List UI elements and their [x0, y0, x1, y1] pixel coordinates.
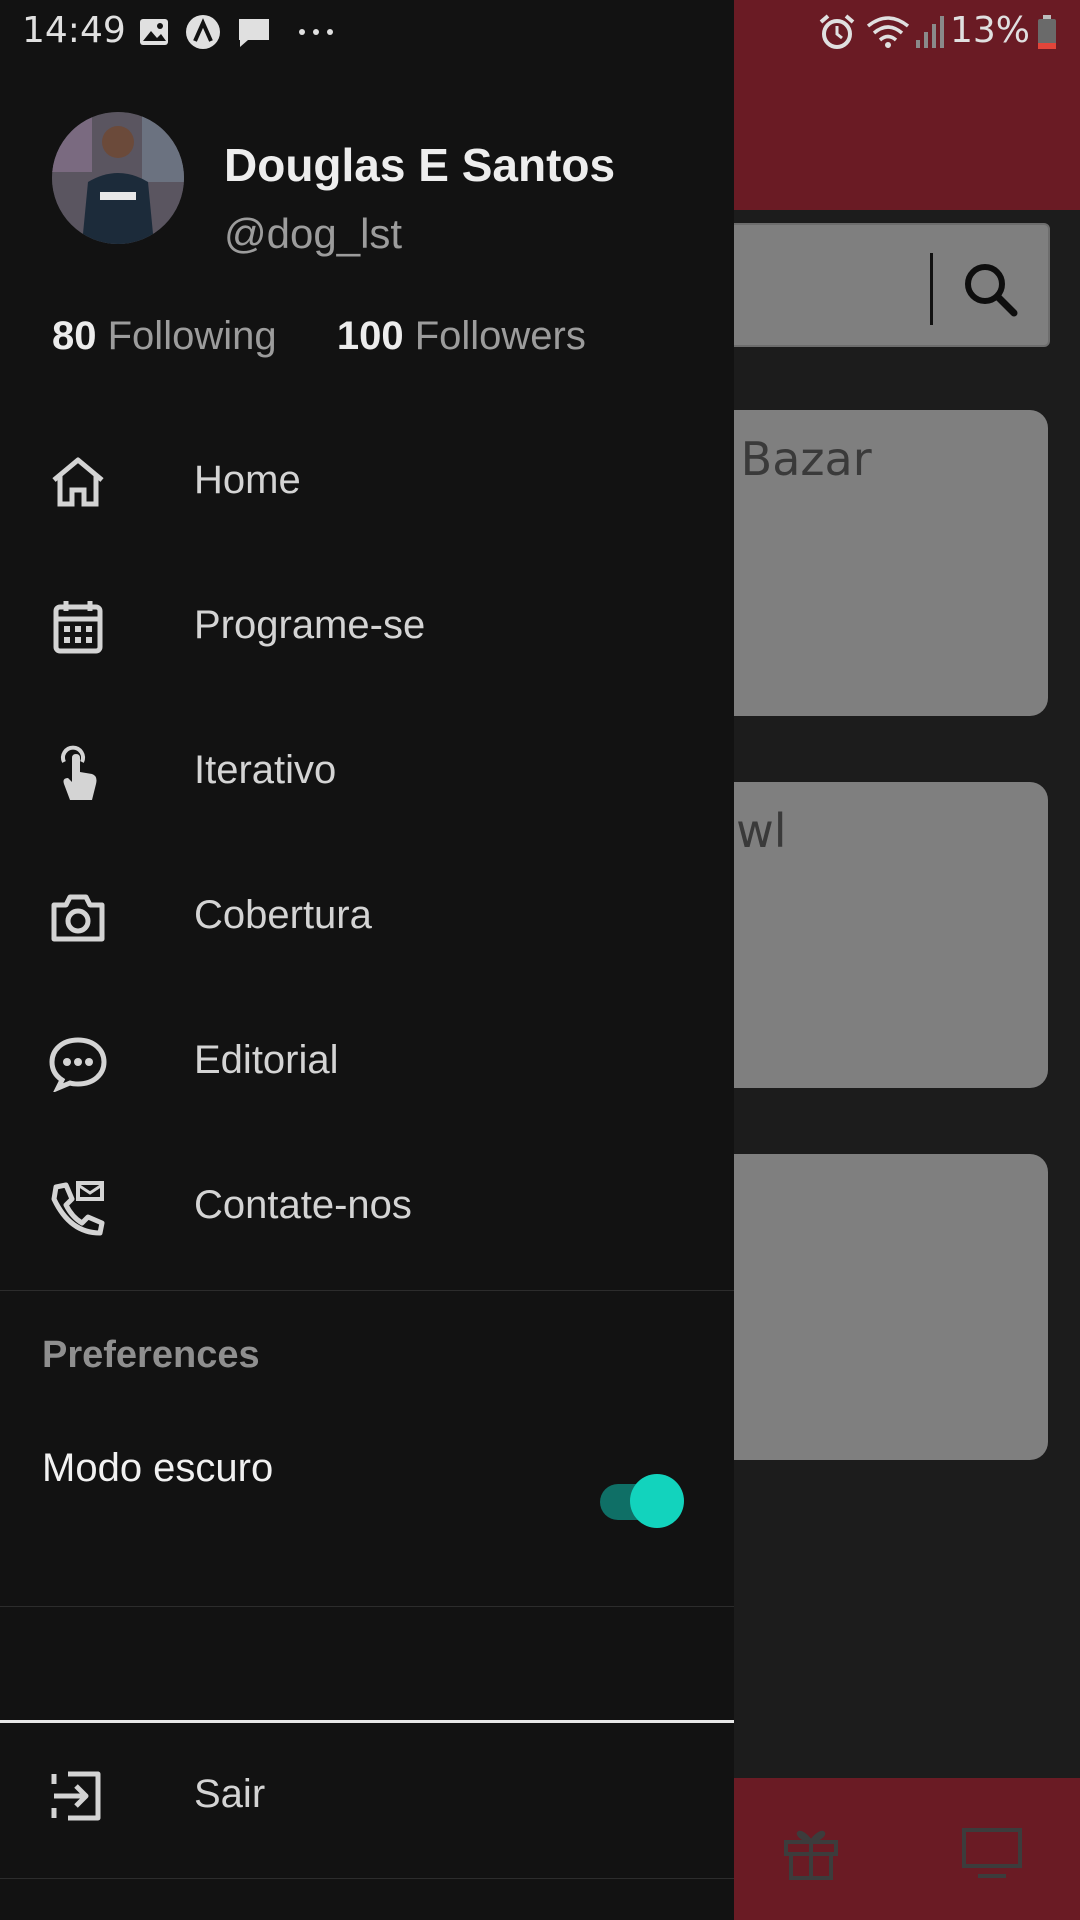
menu-item-label: Programe-se	[194, 603, 426, 647]
menu-item-label: Contate-nos	[194, 1183, 412, 1227]
screen: t Bazar owl l Douglas E Santos @dog_	[0, 0, 1080, 1920]
battery-percent: 13%	[949, 10, 1030, 51]
profile-stats: 80 Following 100 Followers	[52, 314, 586, 359]
dark-mode-label: Modo escuro	[42, 1446, 274, 1490]
alarm-icon	[819, 14, 855, 49]
following-count[interactable]: 80	[52, 314, 97, 358]
toggle-thumb	[630, 1474, 684, 1528]
background-card[interactable]: l	[700, 1154, 1048, 1460]
more-icon	[299, 29, 333, 35]
logout-button[interactable]: Sair	[0, 1736, 734, 1856]
calendar-icon	[53, 601, 103, 654]
camera-icon	[51, 894, 105, 942]
signal-icon	[916, 16, 944, 48]
menu-item-cobertura[interactable]: Cobertura	[0, 857, 734, 977]
menu-item-programe-se[interactable]: Programe-se	[0, 567, 734, 687]
touch-icon	[61, 745, 97, 800]
logout-icon	[51, 1771, 101, 1821]
divider	[0, 1878, 734, 1879]
following-label[interactable]: Following	[108, 314, 277, 358]
status-bar: 14:49 13%	[0, 0, 1080, 64]
logout-label: Sair	[194, 1772, 266, 1816]
menu-item-label: Cobertura	[194, 893, 372, 937]
divider	[0, 1290, 734, 1291]
preferences-title: Preferences	[42, 1334, 260, 1376]
dark-mode-toggle[interactable]	[600, 1472, 686, 1532]
profile-handle: @dog_lst	[224, 210, 403, 257]
search-divider	[930, 253, 933, 325]
followers-count[interactable]: 100	[337, 314, 404, 358]
avatar[interactable]	[52, 112, 184, 244]
navigation-drawer: Douglas E Santos @dog_lst 80 Following 1…	[0, 0, 734, 1920]
menu-item-label: Home	[194, 458, 301, 502]
background-card[interactable]: t Bazar	[700, 410, 1048, 716]
divider	[0, 1720, 734, 1723]
image-icon	[140, 19, 168, 45]
menu-item-label: Iterativo	[194, 748, 337, 792]
menu-item-label: Editorial	[194, 1038, 339, 1082]
app-icon	[186, 15, 220, 49]
menu-item-home[interactable]: Home	[0, 422, 734, 542]
contact-phone-icon	[51, 1181, 105, 1236]
status-time: 14:49	[22, 10, 126, 51]
menu-item-contate-nos[interactable]: Contate-nos	[0, 1147, 734, 1267]
battery-icon	[1038, 15, 1056, 49]
home-icon	[52, 457, 104, 507]
wifi-icon	[866, 16, 910, 48]
background-search-bar[interactable]	[700, 223, 1050, 347]
gift-icon[interactable]	[780, 1822, 842, 1882]
tv-icon[interactable]	[960, 1822, 1024, 1882]
divider	[0, 1606, 734, 1607]
menu-item-iterativo[interactable]: Iterativo	[0, 712, 734, 832]
background-card[interactable]: owl	[700, 782, 1048, 1088]
menu-item-editorial[interactable]: Editorial	[0, 1002, 734, 1122]
followers-label[interactable]: Followers	[415, 314, 586, 358]
search-icon[interactable]	[960, 259, 1020, 319]
message-icon	[239, 19, 269, 47]
avatar-image	[52, 112, 184, 244]
chat-icon	[49, 1037, 107, 1092]
profile-name: Douglas E Santos	[224, 139, 616, 191]
